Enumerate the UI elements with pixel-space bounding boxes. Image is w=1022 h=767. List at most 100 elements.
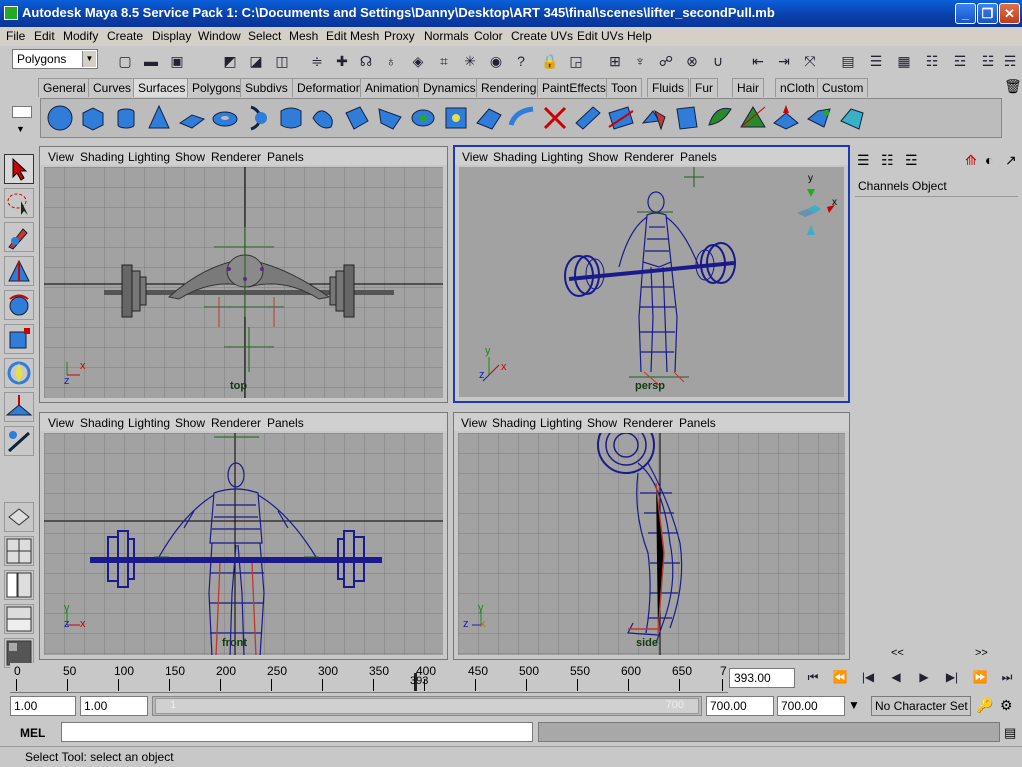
scroll-right-button[interactable]: >> [975,647,988,659]
close-button[interactable]: ✕ [999,3,1020,24]
character-set-dropdown-icon[interactable]: ▼ [848,698,860,712]
tool-settings-mode-icon[interactable]: ☲ [905,152,918,169]
tab-fluids[interactable]: Fluids [647,78,690,97]
intersect-surfaces-icon[interactable] [606,103,636,133]
ipr-render-icon[interactable]: ◲ [566,50,586,70]
sculpt-surface-icon[interactable] [705,103,735,133]
tab-painteffects[interactable]: PaintEffects [537,78,611,97]
viewport-persp[interactable]: View Shading Lighting Show Renderer Pane… [453,145,850,403]
shelf-menu[interactable]: ▼ [10,100,36,140]
fillet-icon[interactable] [639,103,669,133]
viewport-canvas[interactable]: x z top [44,167,443,398]
trash-icon[interactable]: 🗑 [1004,78,1022,95]
snap-curve-icon[interactable]: ☊ [356,50,376,70]
tab-deformation[interactable]: Deformation [292,78,368,97]
menu-set-dropdown[interactable]: Polygons ▼ [12,49,98,69]
menu-modify[interactable]: Modify [63,29,98,43]
input-ops-icon[interactable]: ⊞ [605,50,625,70]
help-icon[interactable]: ? [511,50,531,70]
character-set-field[interactable]: No Character Set [871,696,971,716]
menu-help[interactable]: Help [627,29,652,43]
save-scene-icon[interactable]: ▣ [167,50,187,70]
tab-fur[interactable]: Fur [690,78,718,97]
range-slider[interactable]: 1 700 [152,696,702,716]
viewport-side[interactable]: View Shading Lighting Show Renderer Pane… [453,412,850,660]
playback-end-field[interactable]: 700.00 [706,696,774,716]
play-backwards-button[interactable]: ◀ [885,667,907,687]
lock-icon[interactable]: 🔒 [540,50,560,70]
insert-isoparm-icon[interactable] [738,103,768,133]
tab-custom[interactable]: Custom [817,78,869,97]
menu-edit-uvs[interactable]: Edit UVs [577,29,624,43]
nurbs-torus-icon[interactable] [210,103,240,133]
end-time-field[interactable]: 700.00 [777,696,845,716]
range-slider-bar[interactable]: 1 700 [155,698,699,714]
viewport-front[interactable]: View Shading Lighting Show Renderer Pane… [39,412,448,660]
tool-settings-icon[interactable]: ☷ [922,50,942,70]
step-forward-frame-button[interactable]: ⏩ [969,667,991,687]
rotate-tool-button[interactable] [4,290,34,320]
current-time-field[interactable]: 393.00 [729,668,795,688]
viewport-menu-shading[interactable]: Shading [80,416,124,430]
viewport-menu-shading[interactable]: Shading [80,150,124,164]
snap-view-plane-icon[interactable]: ◈ [408,50,428,70]
menu-edit-mesh[interactable]: Edit Mesh [326,29,379,43]
nurbs-cube-icon[interactable] [78,103,108,133]
output-line-icon[interactable]: ⇥ [774,50,794,70]
extrude-icon[interactable] [342,103,372,133]
viewport-menu-show[interactable]: Show [175,416,205,430]
go-to-start-button[interactable]: ⏮ [802,667,824,687]
render-icon[interactable]: ◉ [486,50,506,70]
open-scene-icon[interactable]: ▬ [141,50,161,70]
select-object-icon[interactable]: ◪ [246,50,266,70]
render-current-icon[interactable]: ☍ [656,50,676,70]
render-settings-icon[interactable]: ⊗ [682,50,702,70]
viewport-menu-lighting[interactable]: Lighting [128,150,170,164]
stitch-icon[interactable] [672,103,702,133]
bevel-icon[interactable] [474,103,504,133]
viewport-menu-renderer[interactable]: Renderer [211,150,261,164]
boundary-icon[interactable] [408,103,438,133]
layer-editor-icon[interactable]: ☳ [978,50,998,70]
lock-selection-icon[interactable]: ≑ [307,50,327,70]
manip-icon[interactable]: ⟰ [965,152,977,169]
nurbs-cylinder-icon[interactable] [111,103,141,133]
menu-normals[interactable]: Normals [424,29,469,43]
hypershade-icon[interactable]: ☰ [866,50,886,70]
rename-icon[interactable]: ⤧ [800,50,820,70]
mel-label[interactable]: MEL [6,723,58,743]
curve-on-surface-icon[interactable] [507,103,537,133]
maximize-button[interactable]: ❐ [977,3,998,24]
make-live-icon[interactable]: ⌗ [434,50,454,70]
nurbs-cone-icon[interactable] [144,103,174,133]
new-scene-icon[interactable]: ▢ [115,50,135,70]
tab-general[interactable]: General [38,78,91,97]
scale-tool-button[interactable] [4,324,34,354]
persp-graph-layout-button[interactable] [4,604,34,634]
go-to-end-button[interactable]: ⏭ [996,667,1018,687]
viewport-menu-renderer[interactable]: Renderer [623,416,673,430]
scroll-left-button[interactable]: << [891,647,904,659]
lasso-tool-button[interactable] [4,188,34,218]
menu-edit[interactable]: Edit [34,29,55,43]
menu-create[interactable]: Create [107,29,143,43]
four-view-layout-button[interactable] [4,536,34,566]
viewport-menu-show[interactable]: Show [588,150,618,164]
channels-menu[interactable]: Channels [858,179,909,193]
viewport-menu-panels[interactable]: Panels [267,150,304,164]
tab-rendering[interactable]: Rendering [476,78,542,97]
mel-input[interactable] [61,722,533,742]
project-curve-icon[interactable] [573,103,603,133]
nurbs-plane-icon[interactable] [177,103,207,133]
playback-start-field[interactable]: 1.00 [80,696,148,716]
planar-icon[interactable] [309,103,339,133]
viewport-menu-lighting[interactable]: Lighting [128,416,170,430]
tab-curves[interactable]: Curves [88,78,137,97]
viewport-canvas[interactable]: y z x front [44,433,443,655]
channel-box-mode-icon[interactable]: ☰ [857,152,870,169]
viewport-canvas[interactable]: y x y x z persp [459,167,844,397]
time-slider[interactable]: 0 50 100 150 200 250 300 350 400 450 500… [10,663,728,693]
viewport-menu-lighting[interactable]: Lighting [541,150,583,164]
viewport-menu-renderer[interactable]: Renderer [211,416,261,430]
menu-file[interactable]: File [6,29,25,43]
